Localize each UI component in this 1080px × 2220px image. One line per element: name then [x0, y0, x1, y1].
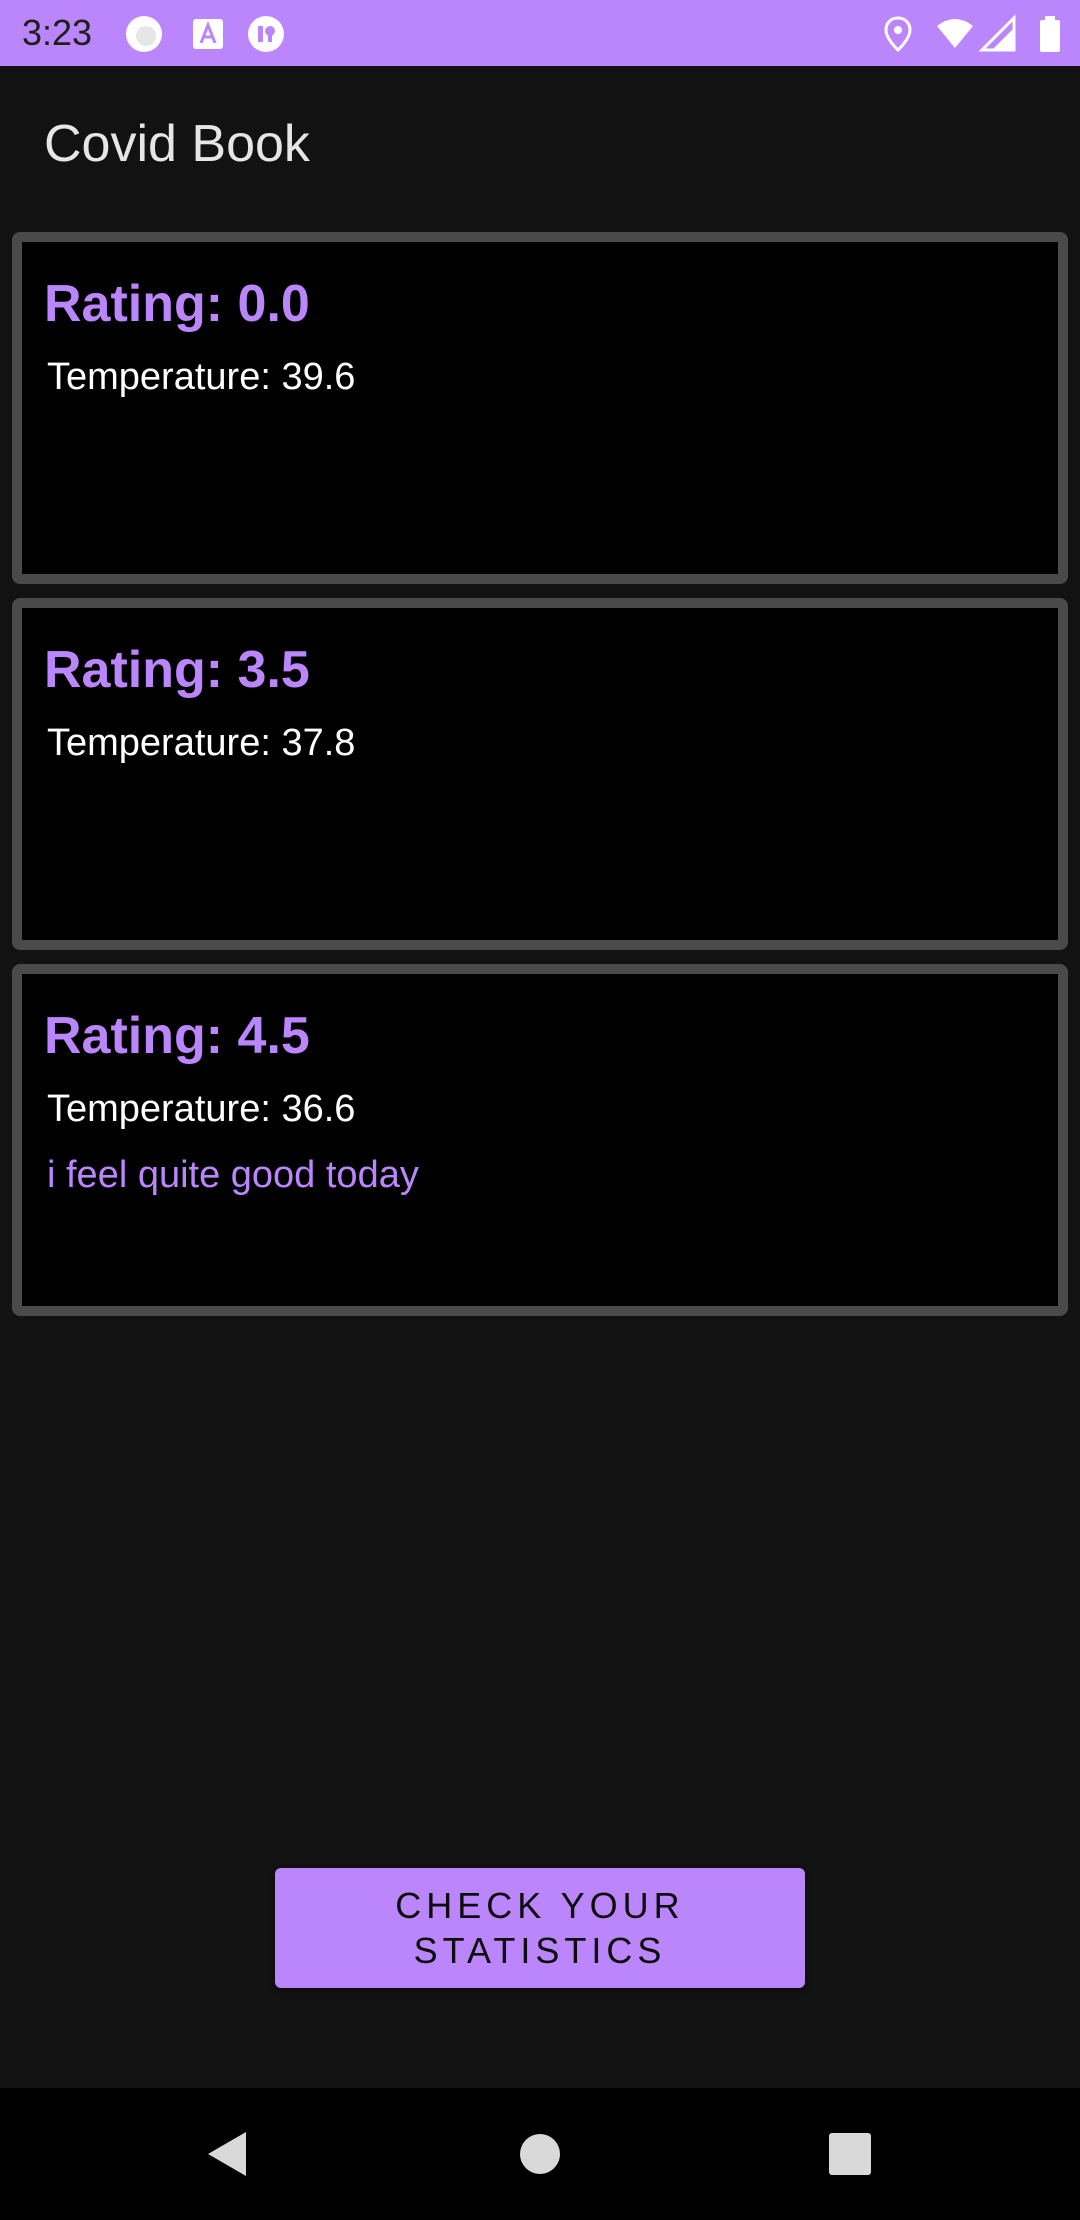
status-time: 3:23 — [22, 12, 93, 53]
status-bar: 3:23 — [0, 0, 1080, 66]
signal-icon — [978, 14, 1016, 52]
entry-rating: Rating: 3.5 — [44, 641, 310, 699]
app-bar: Covid Book — [0, 66, 1080, 226]
entry-rating: Rating: 4.5 — [44, 1007, 310, 1065]
entry-temperature: Temperature: 36.6 — [47, 1088, 356, 1130]
entry-card[interactable]: Rating: 3.5 Temperature: 37.8 — [12, 598, 1068, 950]
entry-rating: Rating: 0.0 — [44, 275, 310, 333]
entry-note: i feel quite good today — [47, 1154, 419, 1196]
battery-icon — [1040, 16, 1060, 52]
entry-list[interactable]: Rating: 0.0 Temperature: 39.6 Rating: 3.… — [12, 232, 1068, 1330]
stats-button-line1: CHECK YOUR — [395, 1885, 685, 1926]
stats-button-line2: STATISTICS — [413, 1930, 667, 1971]
entry-temperature: Temperature: 37.8 — [47, 722, 356, 764]
home-icon[interactable] — [504, 2118, 576, 2190]
circle-icon — [126, 16, 162, 52]
wifi-icon — [937, 19, 973, 48]
entry-card[interactable]: Rating: 4.5 Temperature: 36.6 i feel qui… — [12, 964, 1068, 1316]
recents-icon[interactable] — [814, 2118, 886, 2190]
location-icon — [884, 16, 912, 53]
font-a-icon — [193, 19, 223, 49]
back-icon[interactable] — [192, 2118, 264, 2190]
entry-card[interactable]: Rating: 0.0 Temperature: 39.6 — [12, 232, 1068, 584]
app-badge-icon — [248, 16, 284, 52]
navigation-bar — [0, 2088, 1080, 2220]
entry-temperature: Temperature: 39.6 — [47, 356, 356, 398]
check-statistics-button[interactable]: CHECK YOUR STATISTICS — [275, 1868, 805, 1988]
page-title: Covid Book — [44, 115, 310, 173]
